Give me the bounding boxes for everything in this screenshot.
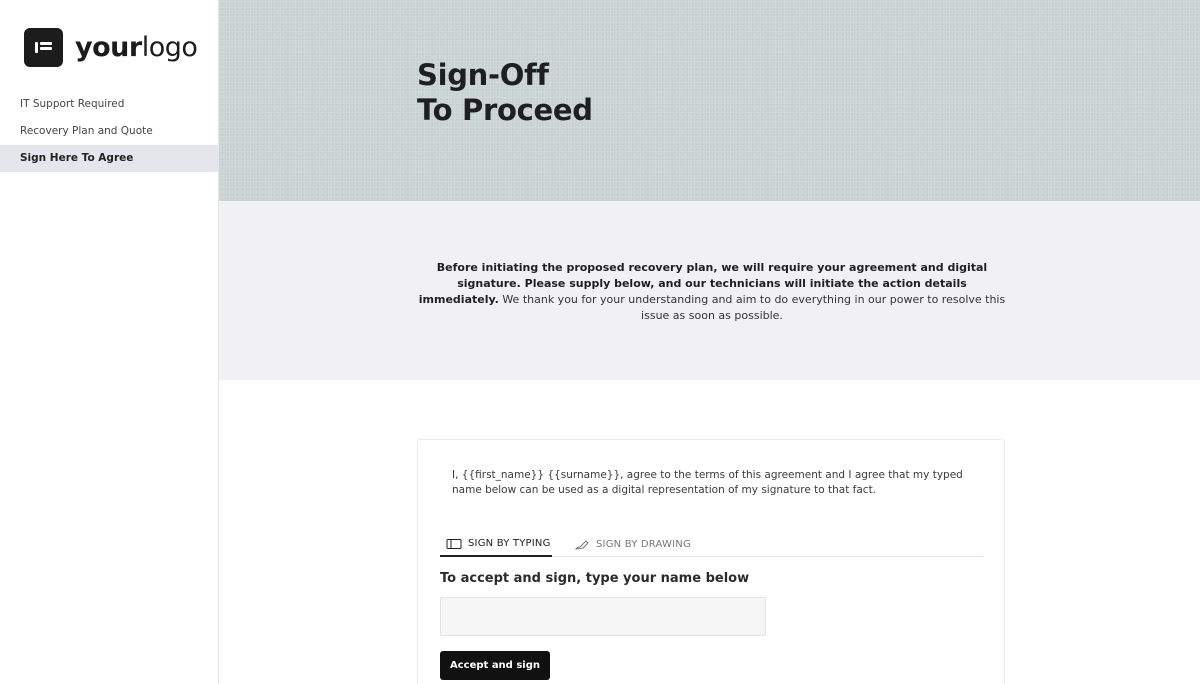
logo[interactable]: yourlogo	[24, 28, 198, 67]
page-title-line-1: Sign-Off	[417, 58, 549, 92]
keyboard-icon	[446, 538, 462, 550]
intro-section: Before initiating the proposed recovery …	[219, 201, 1200, 380]
intro-text: Before initiating the proposed recovery …	[417, 260, 1007, 324]
tab-sign-by-drawing[interactable]: SIGN BY DRAWING	[574, 532, 694, 557]
pen-icon	[574, 539, 590, 551]
sidebar-nav: IT Support Required Recovery Plan and Qu…	[0, 91, 219, 172]
logo-text: yourlogo	[75, 32, 198, 63]
accept-and-sign-button[interactable]: Accept and sign	[440, 651, 550, 680]
signature-tabs: SIGN BY TYPING SIGN BY DRAWING	[440, 532, 983, 557]
logo-mark-icon	[24, 28, 63, 67]
tab-sign-by-drawing-label: SIGN BY DRAWING	[596, 539, 691, 550]
page-title-line-2: To Proceed	[417, 93, 593, 127]
intro-regular-text: We thank you for your understanding and …	[498, 293, 1006, 322]
sidebar-item-recovery-plan[interactable]: Recovery Plan and Quote	[0, 118, 219, 145]
agreement-text: I, {{first_name}} {{surname}}, agree to …	[452, 469, 963, 496]
signature-section: I, {{first_name}} {{surname}}, agree to …	[219, 380, 1200, 684]
hero-banner: Sign-Off To Proceed	[219, 0, 1200, 201]
signature-name-input[interactable]	[440, 597, 766, 636]
tab-sign-by-typing-label: SIGN BY TYPING	[468, 538, 551, 549]
tab-sign-by-typing[interactable]: SIGN BY TYPING	[440, 532, 552, 557]
sign-heading: To accept and sign, type your name below	[440, 571, 750, 586]
sidebar: yourlogo IT Support Required Recovery Pl…	[0, 0, 219, 684]
signature-card: I, {{first_name}} {{surname}}, agree to …	[417, 439, 1005, 684]
page-title: Sign-Off To Proceed	[417, 58, 593, 128]
sidebar-item-it-support[interactable]: IT Support Required	[0, 91, 219, 118]
sidebar-item-sign-here[interactable]: Sign Here To Agree	[0, 145, 219, 172]
